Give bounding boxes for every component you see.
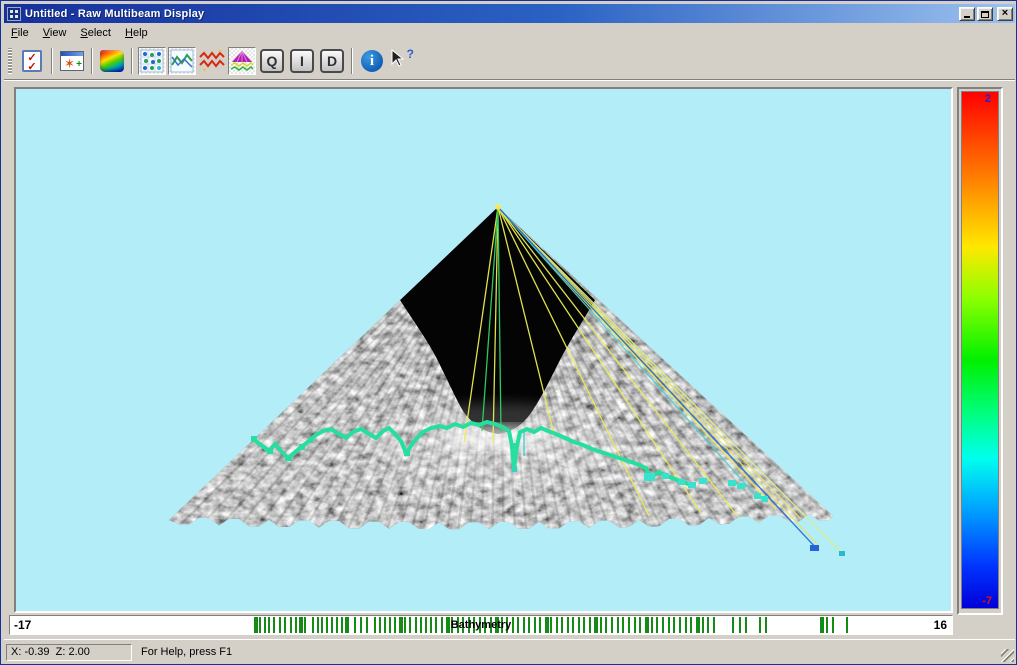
bathymetry-scale-bar: -17 Bathymetry 16 [9, 615, 953, 635]
toolbar-separator [131, 48, 133, 74]
checklist-icon: ✓✓ [22, 50, 42, 72]
menu-file[interactable]: File [4, 25, 36, 41]
about-button[interactable]: i [358, 47, 386, 75]
toolbar-grip[interactable] [8, 48, 12, 74]
menu-select[interactable]: Select [73, 25, 118, 41]
depth-colorbar: 2 -7 [961, 91, 999, 609]
title-bar[interactable]: Untitled - Raw Multibeam Display × [4, 4, 1015, 23]
window-title: Untitled - Raw Multibeam Display [25, 8, 204, 20]
sonar-fan-icon [230, 49, 254, 73]
colorbar-min-label: -7 [982, 595, 992, 607]
wiggle-trace-icon [199, 49, 225, 73]
client-area: 2 -7 -17 Bathymetry 16 X: -0.39 Z: 2.00 … [4, 81, 1015, 663]
depth-toggle-button[interactable]: D [318, 47, 346, 75]
resize-grip[interactable] [1001, 649, 1014, 662]
colorbar-max-label: 2 [985, 93, 991, 105]
quality-toggle-button[interactable]: Q [258, 47, 286, 75]
colorbar-panel: 2 -7 [957, 87, 1003, 615]
help-cursor-icon: ? [390, 49, 414, 73]
menu-help[interactable]: Help [118, 25, 155, 41]
beam-wiggle-button[interactable] [198, 47, 226, 75]
app-icon [7, 7, 21, 21]
app-window: Untitled - Raw Multibeam Display × File … [0, 0, 1017, 665]
depth-letter: D [320, 49, 344, 73]
sonar-fan-display [16, 89, 951, 611]
scale-max-label: 16 [934, 618, 947, 632]
sonar-view-panel[interactable] [14, 87, 953, 613]
maximize-icon [981, 11, 989, 18]
sonar-view[interactable] [16, 89, 951, 611]
checklist-button[interactable]: ✓✓ [18, 47, 46, 75]
close-button[interactable]: × [997, 7, 1013, 21]
status-bar: X: -0.39 Z: 2.00 For Help, press F1 [4, 639, 1015, 663]
intensity-letter: I [290, 49, 314, 73]
window-plus-icon: ✶ + [60, 51, 84, 71]
line-chart-icon [170, 49, 194, 73]
close-icon: × [1002, 8, 1008, 19]
toolbar: ✓✓ ✶ + [4, 42, 1015, 80]
cursor-coordinates: X: -0.39 Z: 2.00 [6, 644, 132, 661]
scale-title: Bathymetry [10, 619, 952, 631]
scatter-plot-icon [140, 49, 164, 73]
minimize-button[interactable] [959, 7, 975, 21]
color-map-button[interactable] [98, 47, 126, 75]
intensity-toggle-button[interactable]: I [288, 47, 316, 75]
rainbow-surface-icon [100, 50, 124, 72]
info-icon: i [361, 50, 383, 72]
menu-bar: File View Select Help [4, 23, 1015, 42]
maximize-button[interactable] [977, 7, 993, 21]
fan-view-button[interactable] [228, 47, 256, 75]
profile-view-button[interactable] [168, 47, 196, 75]
new-display-window-button[interactable]: ✶ + [58, 47, 86, 75]
transducer-apex [495, 204, 501, 210]
status-message: For Help, press F1 [141, 646, 232, 658]
minimize-icon [964, 16, 970, 18]
scatter-view-button[interactable] [138, 47, 166, 75]
toolbar-separator [91, 48, 93, 74]
context-help-button[interactable]: ? [388, 47, 416, 75]
menu-view[interactable]: View [36, 25, 74, 41]
toolbar-separator [51, 48, 53, 74]
toolbar-separator [351, 48, 353, 74]
quality-letter: Q [260, 49, 284, 73]
